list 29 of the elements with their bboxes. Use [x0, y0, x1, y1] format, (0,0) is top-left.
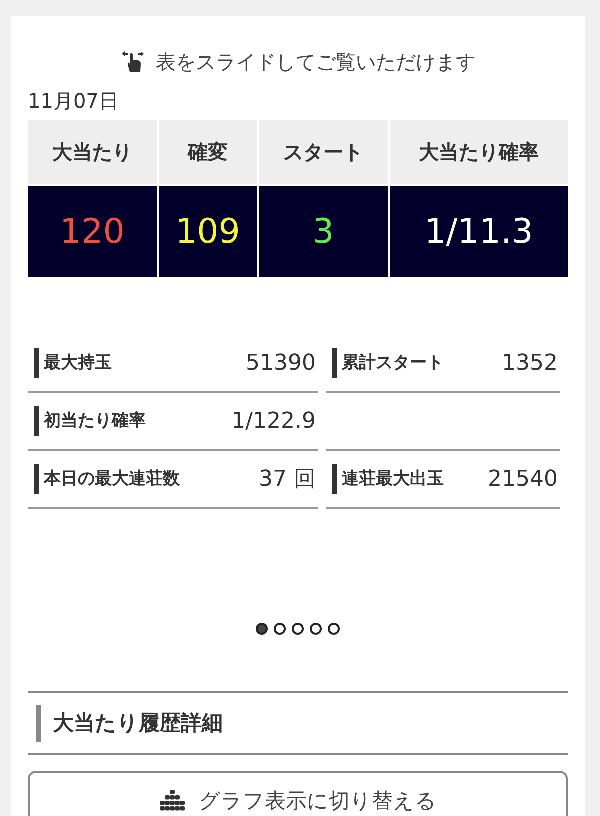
- stat-label: 累計スタート: [332, 348, 444, 378]
- page-dot[interactable]: [256, 623, 268, 635]
- page-dot[interactable]: [328, 623, 340, 635]
- stat-value: 51390: [246, 350, 316, 376]
- section-title: 大当たり履歴詳細: [36, 704, 223, 742]
- column-header: 大当たり: [28, 120, 157, 184]
- date-label: 11月07日: [28, 88, 120, 115]
- stat-value: 37 回: [259, 466, 316, 494]
- stat-label: 最大持玉: [34, 348, 112, 378]
- stat-value: 1352: [502, 350, 558, 376]
- swipe-hand-icon: [120, 50, 146, 74]
- stat-label: 初当たり確率: [34, 406, 146, 436]
- stat-label: 連荘最大出玉: [332, 464, 444, 494]
- page-dot[interactable]: [292, 623, 304, 635]
- graph-button[interactable]: グラフ表示に切り替える: [28, 771, 568, 816]
- page-dot[interactable]: [310, 623, 322, 635]
- cell-value: 109: [176, 212, 240, 252]
- column-header: 確変: [159, 120, 257, 184]
- cell-value: 120: [60, 212, 125, 252]
- stat-value: 21540: [488, 466, 558, 492]
- column-header: 大当たり確率: [390, 120, 568, 184]
- stat-label: 本日の最大連荘数: [34, 464, 180, 494]
- bar-dots-icon: [159, 790, 187, 812]
- cell-value: 3: [312, 212, 334, 252]
- hint-text: 表をスライドしてご覧いただけます: [156, 48, 476, 76]
- page-dot[interactable]: [274, 623, 286, 635]
- cell-value: 1/11.3: [424, 212, 534, 252]
- stat-value: 1/122.9: [232, 408, 316, 434]
- column-header: スタート: [259, 120, 388, 184]
